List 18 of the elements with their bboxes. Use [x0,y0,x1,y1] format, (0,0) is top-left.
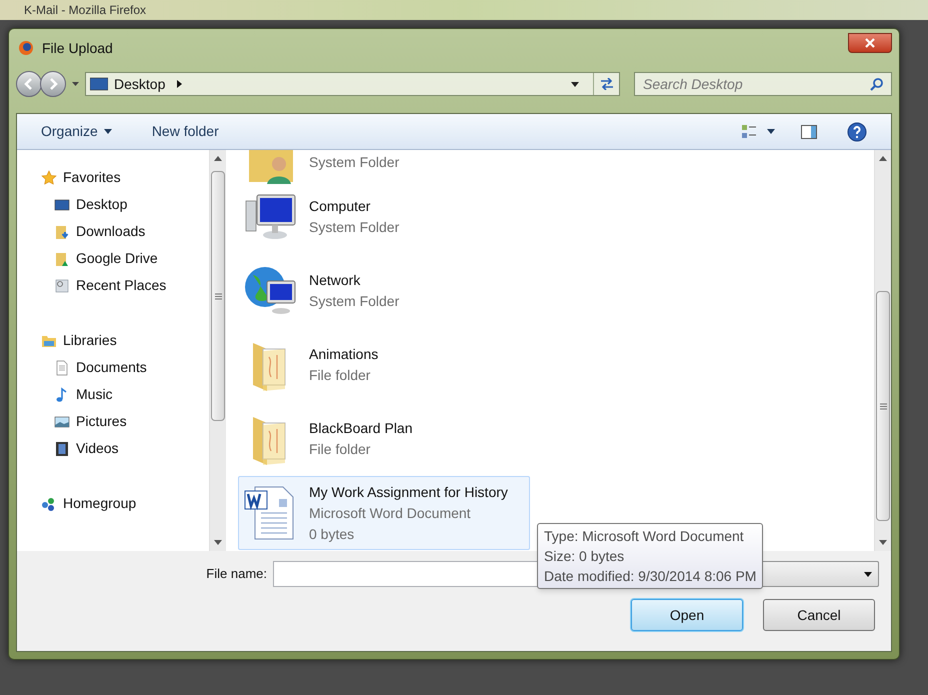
file-type: System Folder [309,292,400,311]
file-name-label: File name: [205,565,267,584]
file-name: BlackBoard Plan [309,419,413,438]
file-type: System Folder [309,152,400,172]
file-name: My Work Assignment for History [309,482,508,502]
file-type: System Folder [309,218,400,237]
background-window-title: K-Mail - Mozilla Firefox [24,3,146,17]
file-type: Microsoft Word Document [309,504,472,522]
file-type: File folder [309,440,372,459]
window-title: File Upload [42,38,113,58]
file-name: Animations [309,345,378,364]
tooltip-line: Date modified: 9/30/2014 8:06 PM [544,567,756,586]
file-name: Network [309,271,362,290]
tooltip-line: Type: Microsoft Word Document [544,527,745,546]
file-type: File folder [309,366,372,385]
file-size: 0 bytes [309,524,356,544]
file-name: Computer [309,197,372,216]
tooltip-line: Size: 0 bytes [544,547,626,566]
